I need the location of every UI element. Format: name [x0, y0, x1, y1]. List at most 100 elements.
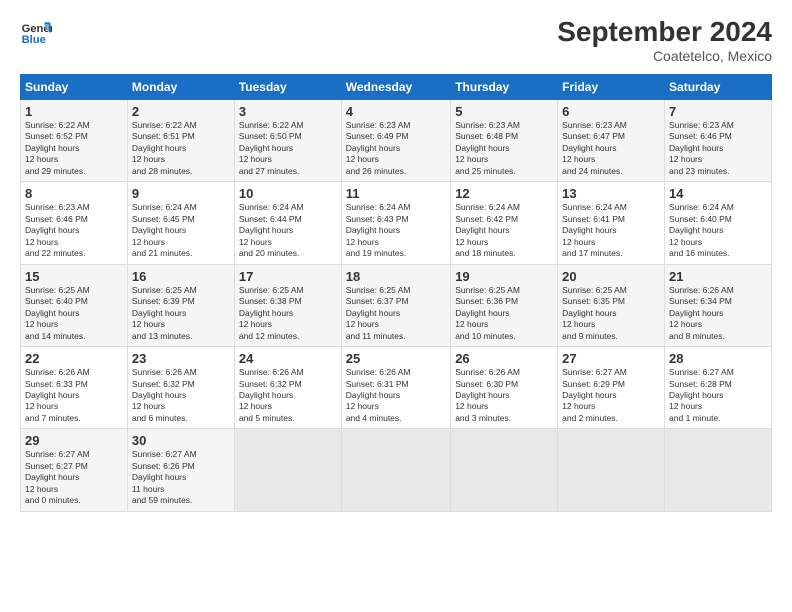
table-row: 17Sunrise: 6:25 AMSunset: 6:38 PMDayligh… — [234, 264, 341, 346]
table-row: 11Sunrise: 6:24 AMSunset: 6:43 PMDayligh… — [341, 182, 450, 264]
table-row — [341, 429, 450, 511]
day-info: Sunrise: 6:25 AMSunset: 6:38 PMDaylight … — [239, 285, 337, 342]
location: Coatetelco, Mexico — [557, 48, 772, 64]
day-info: Sunrise: 6:24 AMSunset: 6:45 PMDaylight … — [132, 202, 230, 259]
day-info: Sunrise: 6:22 AMSunset: 6:50 PMDaylight … — [239, 120, 337, 177]
month-title: September 2024 — [557, 16, 772, 48]
day-info: Sunrise: 6:26 AMSunset: 6:33 PMDaylight … — [25, 367, 123, 424]
day-info: Sunrise: 6:26 AMSunset: 6:31 PMDaylight … — [346, 367, 446, 424]
day-number: 15 — [25, 269, 123, 284]
day-info: Sunrise: 6:24 AMSunset: 6:43 PMDaylight … — [346, 202, 446, 259]
day-number: 22 — [25, 351, 123, 366]
calendar-week-3: 15Sunrise: 6:25 AMSunset: 6:40 PMDayligh… — [21, 264, 772, 346]
day-info: Sunrise: 6:26 AMSunset: 6:30 PMDaylight … — [455, 367, 553, 424]
day-number: 2 — [132, 104, 230, 119]
day-number: 30 — [132, 433, 230, 448]
day-number: 18 — [346, 269, 446, 284]
col-friday: Friday — [558, 75, 665, 100]
day-number: 24 — [239, 351, 337, 366]
table-row: 21Sunrise: 6:26 AMSunset: 6:34 PMDayligh… — [665, 264, 772, 346]
col-monday: Monday — [127, 75, 234, 100]
day-number: 28 — [669, 351, 767, 366]
table-row: 5Sunrise: 6:23 AMSunset: 6:48 PMDaylight… — [451, 100, 558, 182]
table-row: 6Sunrise: 6:23 AMSunset: 6:47 PMDaylight… — [558, 100, 665, 182]
day-info: Sunrise: 6:24 AMSunset: 6:44 PMDaylight … — [239, 202, 337, 259]
table-row: 30Sunrise: 6:27 AMSunset: 6:26 PMDayligh… — [127, 429, 234, 511]
day-number: 5 — [455, 104, 553, 119]
day-info: Sunrise: 6:22 AMSunset: 6:51 PMDaylight … — [132, 120, 230, 177]
calendar-table: Sunday Monday Tuesday Wednesday Thursday… — [20, 74, 772, 512]
table-row: 3Sunrise: 6:22 AMSunset: 6:50 PMDaylight… — [234, 100, 341, 182]
day-info: Sunrise: 6:23 AMSunset: 6:47 PMDaylight … — [562, 120, 660, 177]
table-row: 19Sunrise: 6:25 AMSunset: 6:36 PMDayligh… — [451, 264, 558, 346]
day-number: 26 — [455, 351, 553, 366]
table-row — [665, 429, 772, 511]
day-number: 11 — [346, 186, 446, 201]
day-info: Sunrise: 6:26 AMSunset: 6:32 PMDaylight … — [239, 367, 337, 424]
day-number: 8 — [25, 186, 123, 201]
page: General Blue September 2024 Coatetelco, … — [0, 0, 792, 612]
col-sunday: Sunday — [21, 75, 128, 100]
day-number: 6 — [562, 104, 660, 119]
day-info: Sunrise: 6:23 AMSunset: 6:48 PMDaylight … — [455, 120, 553, 177]
table-row: 20Sunrise: 6:25 AMSunset: 6:35 PMDayligh… — [558, 264, 665, 346]
calendar-week-1: 1Sunrise: 6:22 AMSunset: 6:52 PMDaylight… — [21, 100, 772, 182]
table-row: 1Sunrise: 6:22 AMSunset: 6:52 PMDaylight… — [21, 100, 128, 182]
day-info: Sunrise: 6:27 AMSunset: 6:27 PMDaylight … — [25, 449, 123, 506]
day-info: Sunrise: 6:27 AMSunset: 6:26 PMDaylight … — [132, 449, 230, 506]
day-number: 27 — [562, 351, 660, 366]
table-row: 14Sunrise: 6:24 AMSunset: 6:40 PMDayligh… — [665, 182, 772, 264]
day-number: 3 — [239, 104, 337, 119]
table-row: 23Sunrise: 6:26 AMSunset: 6:32 PMDayligh… — [127, 347, 234, 429]
day-info: Sunrise: 6:25 AMSunset: 6:36 PMDaylight … — [455, 285, 553, 342]
table-row: 22Sunrise: 6:26 AMSunset: 6:33 PMDayligh… — [21, 347, 128, 429]
day-info: Sunrise: 6:26 AMSunset: 6:34 PMDaylight … — [669, 285, 767, 342]
day-info: Sunrise: 6:25 AMSunset: 6:40 PMDaylight … — [25, 285, 123, 342]
table-row: 24Sunrise: 6:26 AMSunset: 6:32 PMDayligh… — [234, 347, 341, 429]
day-number: 29 — [25, 433, 123, 448]
table-row: 13Sunrise: 6:24 AMSunset: 6:41 PMDayligh… — [558, 182, 665, 264]
day-number: 20 — [562, 269, 660, 284]
day-info: Sunrise: 6:23 AMSunset: 6:49 PMDaylight … — [346, 120, 446, 177]
day-number: 25 — [346, 351, 446, 366]
day-info: Sunrise: 6:24 AMSunset: 6:40 PMDaylight … — [669, 202, 767, 259]
calendar-week-2: 8Sunrise: 6:23 AMSunset: 6:46 PMDaylight… — [21, 182, 772, 264]
day-info: Sunrise: 6:26 AMSunset: 6:32 PMDaylight … — [132, 367, 230, 424]
day-number: 16 — [132, 269, 230, 284]
table-row: 4Sunrise: 6:23 AMSunset: 6:49 PMDaylight… — [341, 100, 450, 182]
table-row: 8Sunrise: 6:23 AMSunset: 6:46 PMDaylight… — [21, 182, 128, 264]
table-row: 15Sunrise: 6:25 AMSunset: 6:40 PMDayligh… — [21, 264, 128, 346]
col-tuesday: Tuesday — [234, 75, 341, 100]
calendar-week-4: 22Sunrise: 6:26 AMSunset: 6:33 PMDayligh… — [21, 347, 772, 429]
day-info: Sunrise: 6:23 AMSunset: 6:46 PMDaylight … — [25, 202, 123, 259]
calendar-week-5: 29Sunrise: 6:27 AMSunset: 6:27 PMDayligh… — [21, 429, 772, 511]
table-row: 28Sunrise: 6:27 AMSunset: 6:28 PMDayligh… — [665, 347, 772, 429]
table-row: 2Sunrise: 6:22 AMSunset: 6:51 PMDaylight… — [127, 100, 234, 182]
day-number: 1 — [25, 104, 123, 119]
table-row: 25Sunrise: 6:26 AMSunset: 6:31 PMDayligh… — [341, 347, 450, 429]
day-info: Sunrise: 6:23 AMSunset: 6:46 PMDaylight … — [669, 120, 767, 177]
table-row — [451, 429, 558, 511]
day-info: Sunrise: 6:25 AMSunset: 6:37 PMDaylight … — [346, 285, 446, 342]
day-number: 21 — [669, 269, 767, 284]
day-number: 17 — [239, 269, 337, 284]
day-number: 12 — [455, 186, 553, 201]
day-number: 23 — [132, 351, 230, 366]
day-number: 7 — [669, 104, 767, 119]
header: General Blue September 2024 Coatetelco, … — [20, 16, 772, 64]
day-number: 4 — [346, 104, 446, 119]
table-row: 27Sunrise: 6:27 AMSunset: 6:29 PMDayligh… — [558, 347, 665, 429]
title-block: September 2024 Coatetelco, Mexico — [557, 16, 772, 64]
day-info: Sunrise: 6:25 AMSunset: 6:35 PMDaylight … — [562, 285, 660, 342]
table-row: 16Sunrise: 6:25 AMSunset: 6:39 PMDayligh… — [127, 264, 234, 346]
table-row: 12Sunrise: 6:24 AMSunset: 6:42 PMDayligh… — [451, 182, 558, 264]
col-thursday: Thursday — [451, 75, 558, 100]
table-row — [234, 429, 341, 511]
table-row: 26Sunrise: 6:26 AMSunset: 6:30 PMDayligh… — [451, 347, 558, 429]
table-row — [558, 429, 665, 511]
col-saturday: Saturday — [665, 75, 772, 100]
day-number: 19 — [455, 269, 553, 284]
header-row: Sunday Monday Tuesday Wednesday Thursday… — [21, 75, 772, 100]
logo-icon: General Blue — [20, 16, 52, 48]
day-info: Sunrise: 6:24 AMSunset: 6:42 PMDaylight … — [455, 202, 553, 259]
